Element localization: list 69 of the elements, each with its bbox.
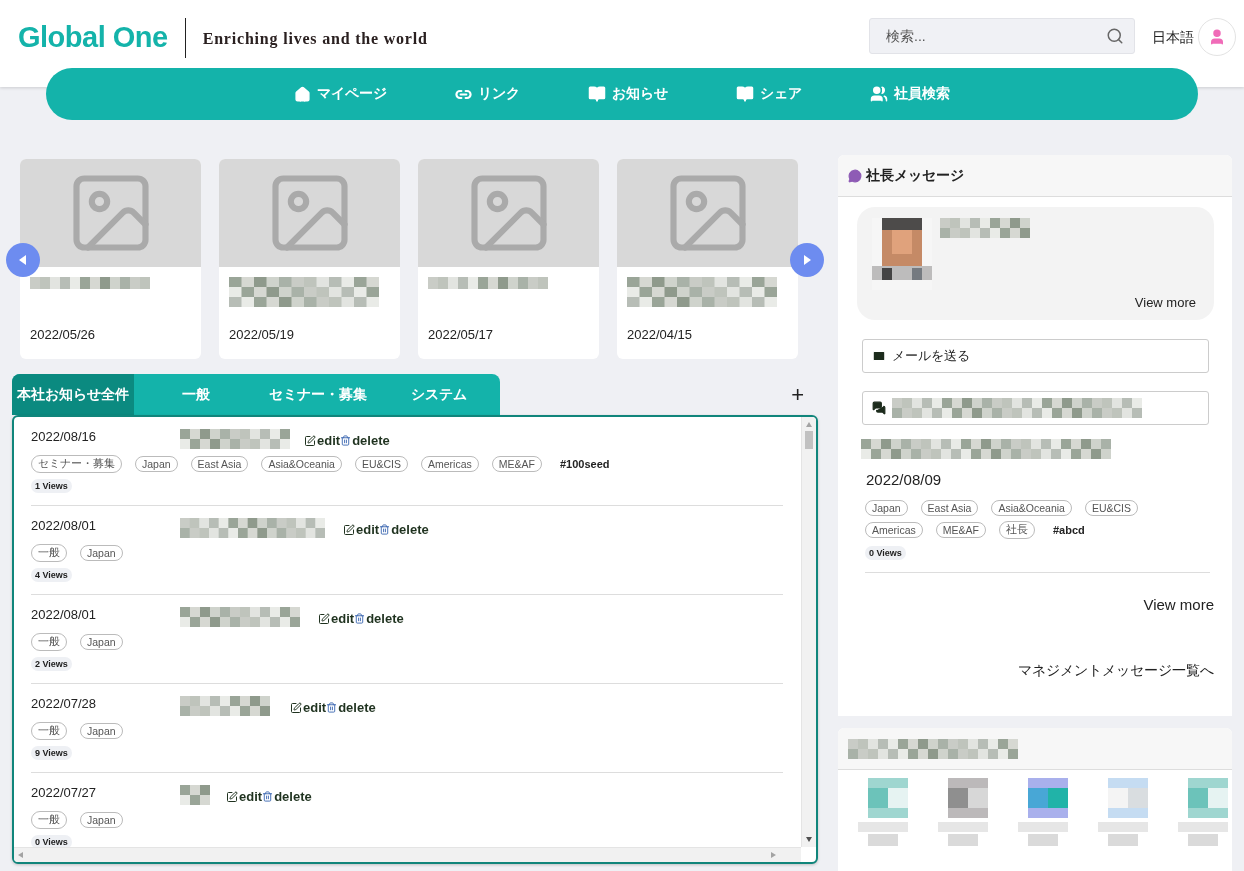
horizontal-scrollbar[interactable] — [14, 847, 801, 862]
category-tab[interactable]: 本社お知らせ全件 — [12, 374, 134, 415]
delete-link[interactable]: delete — [326, 700, 376, 715]
users-icon — [870, 85, 888, 103]
mail-icon — [872, 349, 886, 363]
notice-date: 2022/07/27 — [31, 785, 98, 800]
search-icon[interactable] — [1106, 27, 1124, 45]
chat-icon — [872, 401, 886, 415]
edit-link[interactable]: edit — [318, 611, 355, 626]
previous-button[interactable] — [6, 243, 40, 277]
view-count: 0 Views — [31, 835, 72, 847]
trash-icon — [379, 524, 391, 535]
speech-bubble-icon — [848, 168, 862, 183]
language-selector[interactable]: 日本語 — [1152, 18, 1194, 47]
delete-link[interactable]: delete — [262, 789, 312, 804]
panel-title: 社長メッセージ — [866, 166, 964, 185]
edit-link[interactable]: edit — [304, 433, 341, 448]
edit-link[interactable]: edit — [290, 700, 327, 715]
view-more-link[interactable]: View more — [1143, 596, 1214, 613]
edit-icon — [343, 523, 355, 536]
message-date: 2022/08/09 — [866, 471, 943, 488]
search-field[interactable]: 検索... — [869, 18, 1135, 54]
card-date: 2022/05/19 — [228, 327, 296, 342]
hashtag[interactable]: #abcd — [1052, 524, 1085, 536]
delete-link[interactable]: delete — [340, 433, 390, 448]
message-list-link[interactable]: マネジメントメッセージ一覧へ — [1018, 662, 1214, 680]
edit-icon — [226, 790, 238, 803]
user-icon — [1208, 28, 1226, 46]
news-card[interactable]: 2022/05/26 — [20, 159, 201, 359]
edit-icon — [290, 701, 302, 714]
tagline: Enriching lives and the world — [202, 29, 428, 48]
news-card[interactable]: 2022/05/17 — [418, 159, 599, 359]
book-icon — [736, 85, 754, 103]
notice-date: 2022/08/16 — [31, 429, 98, 444]
trash-icon — [340, 435, 352, 446]
user-avatar[interactable] — [1198, 18, 1236, 56]
chat-button[interactable] — [862, 391, 1209, 425]
hashtag[interactable]: #100seed — [559, 458, 610, 470]
view-more-link[interactable]: View more — [1134, 295, 1196, 310]
edit-link[interactable]: edit — [343, 522, 380, 537]
search-input[interactable]: 検索... — [884, 27, 1106, 45]
edit-icon — [304, 434, 316, 447]
add-button[interactable]: + — [791, 383, 804, 406]
notice-date: 2022/08/01 — [31, 607, 98, 622]
card-date: 2022/04/15 — [626, 327, 694, 342]
book-icon — [588, 85, 606, 103]
news-card[interactable]: 2022/04/15 — [617, 159, 798, 359]
vertical-scrollbar[interactable] — [801, 417, 816, 847]
view-count: 4 Views — [31, 568, 72, 582]
view-count: 2 Views — [31, 657, 72, 671]
view-count: 9 Views — [31, 746, 72, 760]
edit-link[interactable]: edit — [226, 789, 263, 804]
edit-icon — [318, 612, 330, 625]
trash-icon — [326, 702, 338, 713]
news-card[interactable]: 2022/05/19 — [219, 159, 400, 359]
notice-date: 2022/08/01 — [31, 518, 98, 533]
blurred-text — [180, 785, 210, 805]
card-date: 2022/05/26 — [29, 327, 97, 342]
trash-icon — [262, 791, 274, 802]
trash-icon — [354, 613, 366, 624]
view-count: 1 Views — [31, 479, 72, 493]
notice-date: 2022/07/28 — [31, 696, 98, 711]
view-count: 0 Views — [865, 546, 906, 560]
home-icon — [294, 85, 311, 103]
send-mail-button[interactable]: メールを送る — [862, 339, 1209, 373]
next-button[interactable] — [790, 243, 824, 277]
card-date: 2022/05/17 — [427, 327, 495, 342]
delete-link[interactable]: delete — [354, 611, 404, 626]
delete-link[interactable]: delete — [379, 522, 429, 537]
